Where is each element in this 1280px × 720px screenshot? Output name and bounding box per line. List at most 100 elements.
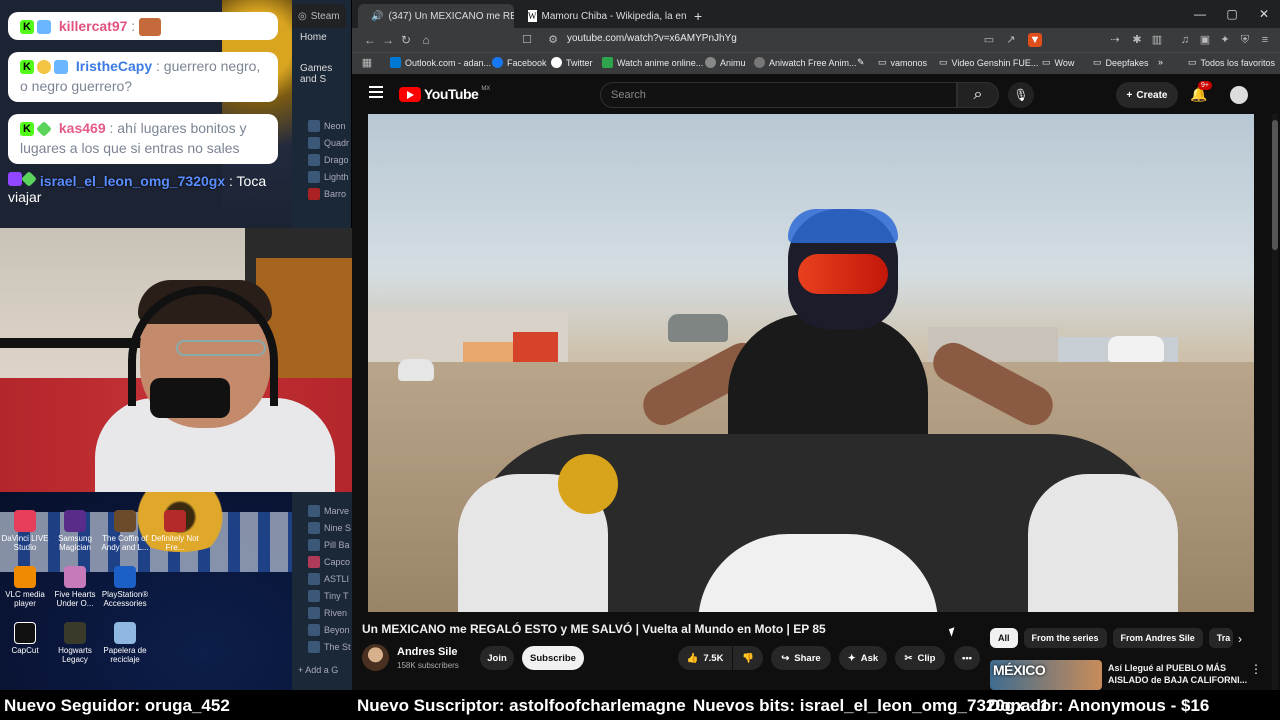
account-avatar[interactable]: [1230, 86, 1248, 104]
site-info-icon[interactable]: ⚙: [546, 33, 560, 47]
wallet-icon[interactable]: ▣: [1198, 33, 1212, 47]
channel-avatar[interactable]: [362, 644, 389, 671]
steam-nav-home[interactable]: Home: [292, 26, 351, 49]
forward-icon[interactable]: →: [378, 33, 398, 47]
steam-game-item[interactable]: The St: [292, 638, 352, 655]
bookmarks-bar: ▦ Outlook.com - adan... Facebook Twitter…: [352, 52, 1280, 74]
close-window-icon[interactable]: ✕: [1248, 0, 1280, 28]
share-page-icon[interactable]: ↗: [1004, 33, 1018, 47]
ask-button[interactable]: ✦ Ask: [839, 646, 887, 670]
steam-add-game[interactable]: + Add a G: [292, 655, 352, 675]
bookmark-folder-vamonos[interactable]: ▭ vamonos: [878, 57, 927, 68]
browser-window: 🔊 (347) Un MEXICANO me REGA... ✕ W Mamor…: [352, 0, 1280, 690]
hamburger-menu-icon[interactable]: [369, 86, 383, 101]
chip-all[interactable]: All: [990, 628, 1018, 648]
desktop-icon[interactable]: VLC media player: [0, 566, 50, 608]
notifications-button[interactable]: 🔔 9+: [1190, 81, 1212, 103]
home-icon[interactable]: ⌂: [416, 33, 436, 47]
steam-game-item[interactable]: Barro: [292, 185, 351, 202]
chip-more[interactable]: Tra: [1208, 628, 1233, 648]
search-input[interactable]: Search: [600, 82, 957, 108]
reload-icon[interactable]: ↻: [396, 33, 416, 47]
steam-game-item[interactable]: Quadr: [292, 134, 351, 151]
dislike-button[interactable]: 👎: [733, 646, 763, 670]
desktop-icon[interactable]: PlayStation® Accessories: [100, 566, 150, 608]
steam-game-item[interactable]: Marve: [292, 502, 352, 519]
join-button[interactable]: Join: [480, 646, 514, 670]
bookmark-folder-genshin[interactable]: ▭ Video Genshin FUE...: [939, 57, 1038, 68]
extensions-icon[interactable]: ✱: [1130, 33, 1144, 47]
channel-name[interactable]: Andres Sile: [397, 646, 458, 658]
shield-icon[interactable]: ⛨: [1238, 33, 1252, 47]
steam-game-item[interactable]: Nine S: [292, 519, 352, 536]
clip-button[interactable]: ✂ Clip: [895, 646, 945, 670]
bookmark-facebook[interactable]: Facebook: [492, 57, 547, 68]
music-icon[interactable]: ♫: [1178, 33, 1192, 47]
recommended-thumbnail[interactable]: MÉXICO: [990, 660, 1102, 690]
maximize-icon[interactable]: ▢: [1216, 0, 1248, 28]
menu-icon[interactable]: ≡: [1258, 33, 1272, 47]
steam-game-item[interactable]: Neon: [292, 117, 351, 134]
desktop-icon[interactable]: Definitely Not Fre...: [150, 510, 200, 552]
tab-wikipedia[interactable]: W Mamoru Chiba - Wikipedia, la encicl...…: [520, 4, 686, 28]
desktop-icon[interactable]: CapCut: [0, 622, 50, 655]
recommended-title[interactable]: Así Llegué al PUEBLO MÁS AISLADO de BAJA…: [1108, 662, 1248, 686]
screen-icon[interactable]: ▭: [982, 33, 996, 47]
youtube-logo[interactable]: YouTube MX: [399, 86, 490, 102]
desktop-icon[interactable]: DaVinci LIVE Studio: [0, 510, 50, 552]
bookmark-twitter[interactable]: Twitter: [551, 57, 593, 68]
page-scrollbar[interactable]: [1272, 114, 1278, 690]
desktop-icon[interactable]: The Coffin of Andy and L...: [100, 510, 150, 552]
search-button[interactable]: ⌕: [957, 82, 999, 108]
bookmark-folder-wow[interactable]: ▭ Wow: [1042, 57, 1074, 68]
leo-icon[interactable]: ✦: [1218, 33, 1232, 47]
steam-game-item[interactable]: Lighth: [292, 168, 351, 185]
back-icon[interactable]: ←: [360, 33, 380, 47]
apps-grid-icon[interactable]: ▦: [360, 56, 374, 70]
steam-game-item[interactable]: Riven: [292, 604, 352, 621]
steam-game-item[interactable]: Drago: [292, 151, 351, 168]
desktop-icon[interactable]: Papelera de reciclaje: [100, 622, 150, 664]
bookmark-pin[interactable]: ✎: [857, 57, 865, 68]
sidebar-icon[interactable]: ▥: [1150, 33, 1164, 47]
app-icon: [114, 510, 136, 532]
url-field[interactable]: youtube.com/watch?v=x6AMYPnJhYg: [567, 33, 737, 44]
steam-game-item[interactable]: Pill Ba: [292, 536, 352, 553]
vpn-icon[interactable]: ⇢: [1108, 33, 1122, 47]
desktop-icon[interactable]: Samsung Magician: [50, 510, 100, 552]
create-button[interactable]: + Create: [1116, 82, 1178, 108]
minimize-icon[interactable]: —: [1184, 0, 1216, 28]
bookmark-icon[interactable]: ☐: [520, 33, 534, 47]
more-vertical-icon[interactable]: ⋮: [1250, 662, 1262, 676]
bookmark-folder-deepfakes[interactable]: ▭ Deepfakes: [1093, 57, 1149, 68]
bookmarks-overflow[interactable]: »: [1158, 57, 1163, 67]
bookmark-outlook[interactable]: Outlook.com - adan...: [390, 57, 491, 68]
like-button[interactable]: 👍 7.5K: [678, 646, 732, 670]
voice-search-button[interactable]: 🎙: [1008, 82, 1034, 108]
desktop-icon[interactable]: Hogwarts Legacy: [50, 622, 100, 664]
steam-game-item[interactable]: ASTLI: [292, 570, 352, 587]
bookmark-all-favorites[interactable]: ▭ Todos los favoritos: [1188, 57, 1275, 68]
webcam-feed: [0, 228, 356, 492]
steam-nav-games[interactable]: Games and S: [292, 57, 351, 91]
bookmark-animu[interactable]: Animu: [705, 57, 746, 68]
more-actions-button[interactable]: •••: [954, 646, 980, 670]
subscribe-button[interactable]: Subscribe: [522, 646, 584, 670]
desktop-icon[interactable]: Five Hearts Under O...: [50, 566, 100, 608]
bookmark-aniwatch[interactable]: Aniwatch Free Anim...: [754, 57, 857, 68]
new-tab-button[interactable]: +: [686, 4, 712, 28]
brave-shield-icon[interactable]: ▼: [1028, 33, 1042, 47]
tab-youtube[interactable]: 🔊 (347) Un MEXICANO me REGA... ✕: [358, 4, 514, 28]
steam-tab[interactable]: ◎ Steam: [292, 4, 346, 28]
subscriber-count: 158K subscribers: [397, 661, 459, 670]
share-button[interactable]: ↪ Share: [771, 646, 831, 670]
video-player[interactable]: [368, 114, 1254, 612]
steam-game-item[interactable]: Capco: [292, 553, 352, 570]
steam-game-item[interactable]: Beyon: [292, 621, 352, 638]
chevron-right-icon[interactable]: ›: [1238, 632, 1242, 646]
search-icon: ⌕: [973, 86, 983, 103]
steam-game-item[interactable]: Tiny T: [292, 587, 352, 604]
chip-from-series[interactable]: From the series: [1023, 628, 1107, 648]
chip-from-channel[interactable]: From Andres Sile: [1112, 628, 1203, 648]
bookmark-watch-anime[interactable]: Watch anime online...: [602, 57, 703, 68]
